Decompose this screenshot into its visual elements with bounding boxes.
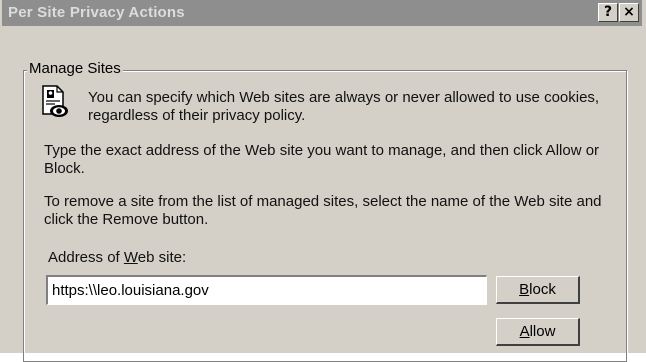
type-address-instructions: Type the exact address of the Web site y… [44,142,600,177]
close-button[interactable]: × [619,3,639,22]
remove-site-instructions: To remove a site from the list of manage… [44,193,602,228]
privacy-info-icon [42,85,68,117]
address-label: Address of Web site: [48,249,186,267]
address-label-suffix: eb site: [137,249,187,266]
block-accelerator: B [519,281,530,298]
help-button[interactable]: ? [598,3,618,22]
website-address-input[interactable] [46,275,487,305]
title-bar[interactable]: Per Site Privacy Actions ? × [2,0,642,26]
window-title: Per Site Privacy Actions [8,4,185,21]
allow-accelerator: A [519,323,530,340]
address-label-accelerator: W [123,249,138,266]
allow-button[interactable]: Allow [496,318,580,346]
intro-text: You can specify which Web sites are alwa… [88,89,600,124]
address-label-prefix: Address of [48,249,124,266]
manage-sites-label: Manage Sites [27,60,123,77]
allow-label-rest: llow [529,323,556,340]
block-button[interactable]: Block [496,276,580,304]
privacy-actions-dialog: Per Site Privacy Actions ? × Manage Site… [0,0,646,362]
block-label-rest: lock [529,281,556,298]
